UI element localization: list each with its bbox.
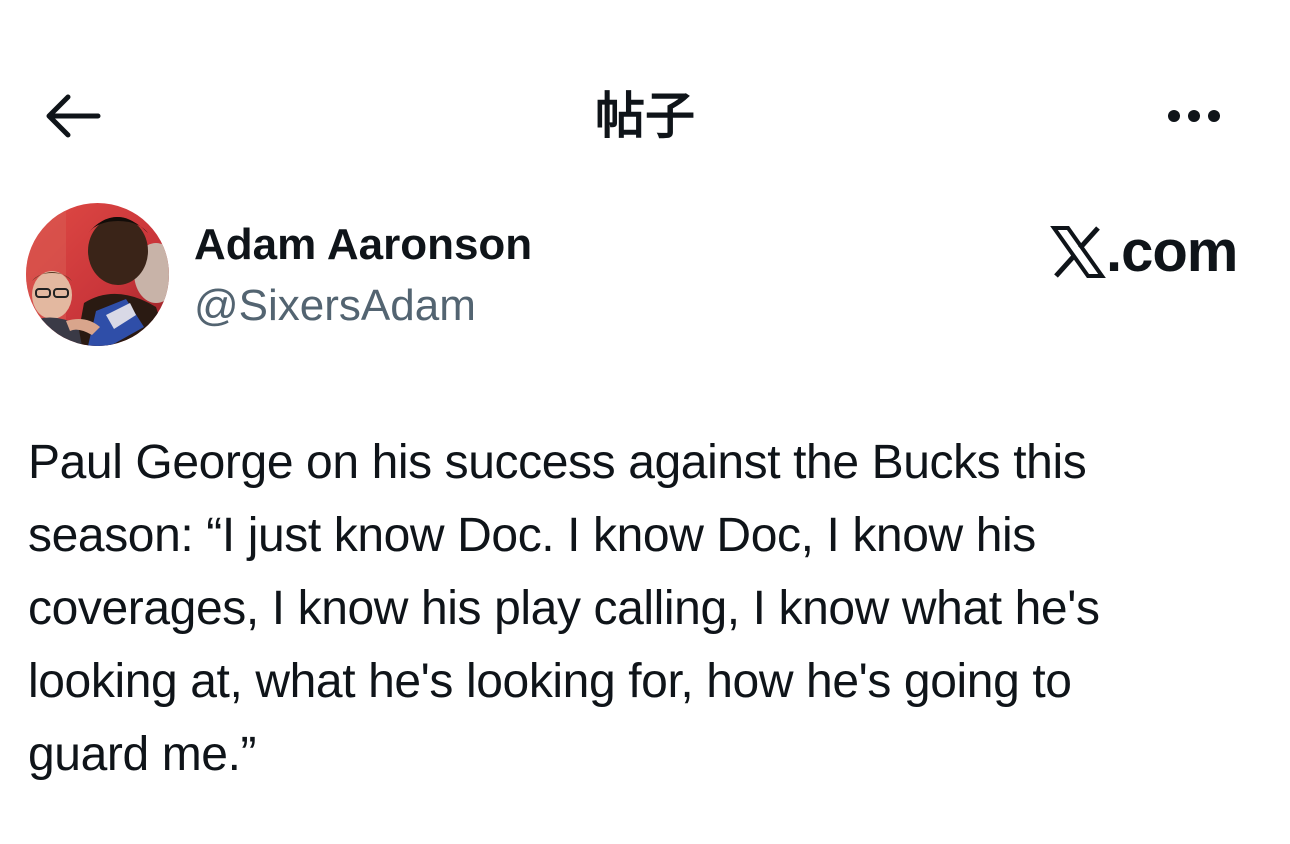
source-watermark: .com bbox=[1050, 219, 1238, 284]
x-logo-icon bbox=[1050, 226, 1106, 278]
profile-photo bbox=[26, 203, 169, 346]
author-name[interactable]: Adam Aaronson bbox=[194, 218, 532, 272]
more-options-button[interactable] bbox=[1158, 92, 1230, 140]
avatar[interactable] bbox=[26, 203, 169, 346]
more-horizontal-icon bbox=[1168, 110, 1220, 122]
tweet-text: Paul George on his success against the B… bbox=[28, 436, 1100, 781]
author-handle[interactable]: @SixersAdam bbox=[194, 280, 476, 332]
page-title: 帖子 bbox=[595, 87, 695, 145]
source-label: .com bbox=[1106, 219, 1238, 284]
tweet-detail-page: 帖子 Adam Aaronson @SixersAdam .com Paul G… bbox=[0, 0, 1290, 844]
